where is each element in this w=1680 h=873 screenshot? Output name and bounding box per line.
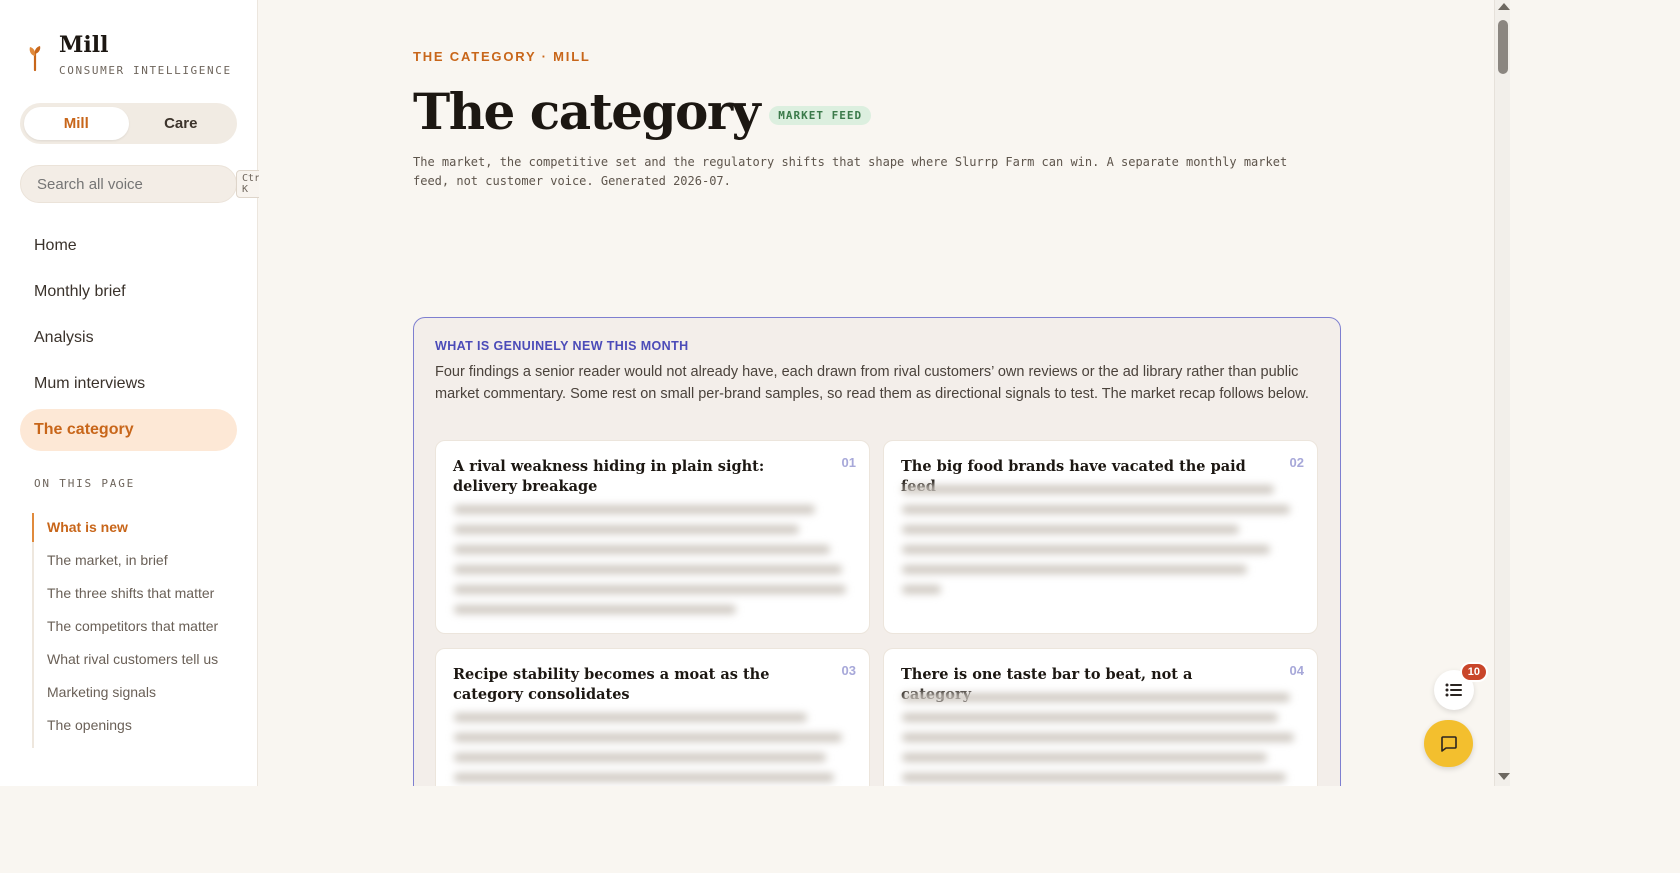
toc-item-competitors[interactable]: The competitors that matter [32,616,237,637]
toc-item-rival-customers[interactable]: What rival customers tell us [32,649,237,670]
finding-card-title: A rival weakness hiding in plain sight: … [453,458,765,495]
finding-card-number: 01 [841,455,856,470]
list-icon [1445,683,1462,697]
market-feed-badge: MARKET FEED [769,105,872,125]
toc-toggle-button[interactable]: 10 [1434,662,1488,710]
finding-card-number: 04 [1289,663,1304,678]
chat-button[interactable] [1424,720,1473,767]
search-box[interactable]: Ctrl K [20,165,273,203]
toc-item-marketing-signals[interactable]: Marketing signals [32,682,237,703]
sidebar: Mill CONSUMER INTELLIGENCE Mill Care Ctr… [0,0,273,786]
toc-item-three-shifts[interactable]: The three shifts that matter [32,583,237,604]
blurred-text [902,693,1294,786]
scroll-down-arrow-icon[interactable] [1498,773,1510,780]
app-window: Mill CONSUMER INTELLIGENCE Mill Care Ctr… [0,0,1510,786]
blurred-text [454,505,846,625]
page-description: The market, the competitive set and the … [413,155,1288,188]
switcher-option-mill[interactable]: Mill [24,107,129,140]
nav-item-the-category[interactable]: The category [20,409,237,451]
nav-item-analysis[interactable]: Analysis [20,317,237,359]
brand-subtitle: CONSUMER INTELLIGENCE [59,64,232,77]
blurred-text [902,485,1294,605]
title-row: The category MARKET FEED [413,80,872,144]
whats-new-callout: WHAT IS GENUINELY NEW THIS MONTH Four fi… [413,317,1341,786]
page-scrollbar[interactable] [1494,0,1510,786]
chat-icon [1440,735,1457,752]
finding-card-number: 02 [1289,455,1304,470]
toc-count-badge: 10 [1459,662,1488,682]
finding-card[interactable]: A rival weakness hiding in plain sight: … [435,440,870,634]
scroll-up-arrow-icon[interactable] [1498,3,1510,10]
toc-item-what-is-new[interactable]: What is new [32,513,237,542]
on-this-page-heading: ON THIS PAGE [34,477,136,490]
page-title: The category [413,82,761,141]
toc-item-market-in-brief[interactable]: The market, in brief [32,550,237,571]
finding-card-number: 03 [841,663,856,678]
search-input[interactable] [37,175,236,193]
nav-item-monthly-brief[interactable]: Monthly brief [20,271,237,313]
callout-body: Four findings a senior reader would not … [435,364,1309,402]
on-this-page-list: What is new The market, in brief The thr… [32,513,237,748]
blurred-text [454,713,846,786]
main-content: THE CATEGORY · MILL The category MARKET … [259,0,1494,786]
scrollbar-thumb[interactable] [1498,20,1508,74]
toc-item-openings[interactable]: The openings [32,715,237,736]
nav-item-home[interactable]: Home [20,225,237,267]
nav-item-mum-interviews[interactable]: Mum interviews [20,363,237,405]
brand-name: Mill [59,32,109,58]
finding-card[interactable]: The big food brands have vacated the pai… [883,440,1318,634]
product-switcher: Mill Care [20,103,237,144]
callout-heading: WHAT IS GENUINELY NEW THIS MONTH [435,339,689,353]
finding-card[interactable]: Recipe stability becomes a moat as the c… [435,648,870,786]
switcher-option-care[interactable]: Care [129,107,234,140]
page-eyebrow: THE CATEGORY · MILL [413,49,591,64]
finding-card-title: Recipe stability becomes a moat as the c… [453,666,770,703]
brand[interactable]: Mill CONSUMER INTELLIGENCE [26,32,232,77]
finding-card[interactable]: There is one taste bar to beat, not a ca… [883,648,1318,786]
main-nav: Home Monthly brief Analysis Mum intervie… [20,225,237,455]
sprout-icon [29,46,41,72]
